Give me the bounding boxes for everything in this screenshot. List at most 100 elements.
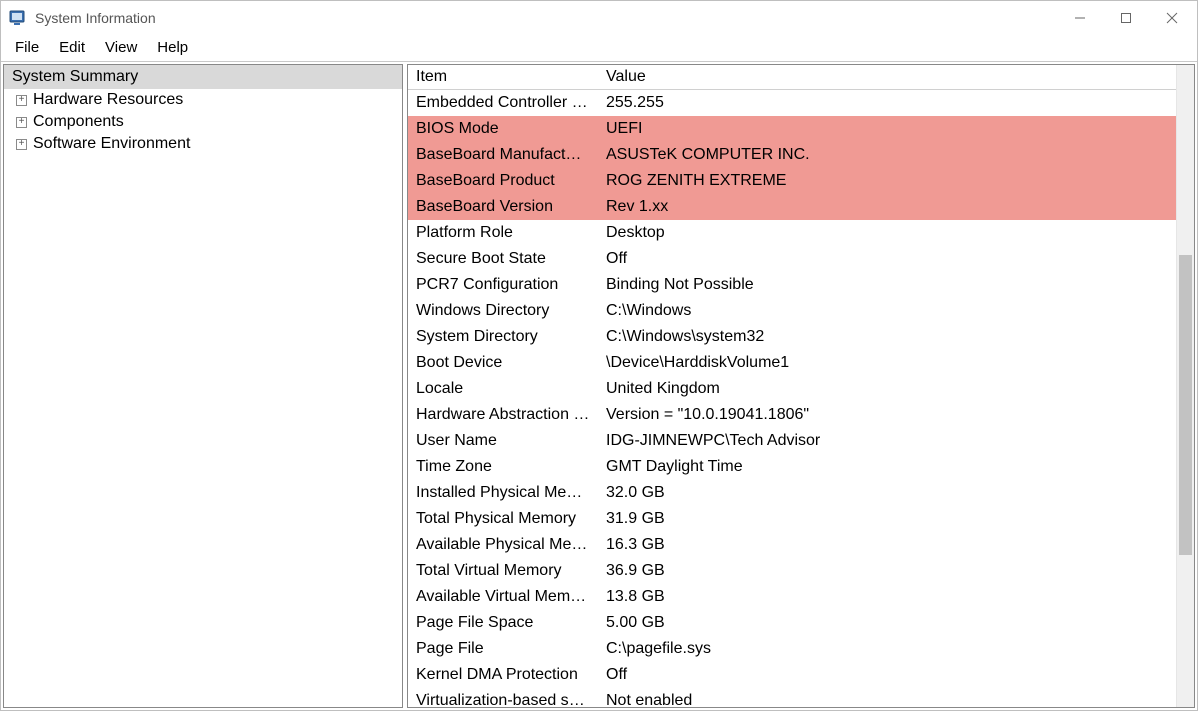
tree-root[interactable]: System Summary: [4, 65, 402, 89]
table-row[interactable]: BaseBoard ProductROG ZENITH EXTREME: [408, 168, 1176, 194]
cell-value: Version = "10.0.19041.1806": [598, 402, 1176, 428]
table-row[interactable]: Boot Device\Device\HarddiskVolume1: [408, 350, 1176, 376]
table-row[interactable]: BaseBoard ManufacturerASUSTeK COMPUTER I…: [408, 142, 1176, 168]
cell-value: Off: [598, 662, 1176, 688]
close-button[interactable]: [1149, 1, 1195, 35]
tree-item-label: Software Environment: [33, 135, 190, 153]
column-header-item[interactable]: Item: [408, 65, 598, 90]
table-row[interactable]: Total Virtual Memory36.9 GB: [408, 558, 1176, 584]
cell-item: Page File Space: [408, 610, 598, 636]
tree-item-software-environment[interactable]: + Software Environment: [4, 133, 402, 155]
cell-value: 31.9 GB: [598, 506, 1176, 532]
table-row[interactable]: BIOS ModeUEFI: [408, 116, 1176, 142]
cell-item: Page File: [408, 636, 598, 662]
cell-value: Not enabled: [598, 688, 1176, 708]
table-row[interactable]: Embedded Controller V...255.255: [408, 90, 1176, 116]
expand-icon[interactable]: +: [16, 139, 27, 150]
cell-item: Locale: [408, 376, 598, 402]
tree-item-components[interactable]: + Components: [4, 111, 402, 133]
cell-value: \Device\HarddiskVolume1: [598, 350, 1176, 376]
cell-value: 5.00 GB: [598, 610, 1176, 636]
cell-item: PCR7 Configuration: [408, 272, 598, 298]
cell-value: Desktop: [598, 220, 1176, 246]
cell-item: Secure Boot State: [408, 246, 598, 272]
table-row[interactable]: Page FileC:\pagefile.sys: [408, 636, 1176, 662]
cell-value: IDG-JIMNEWPC\Tech Advisor: [598, 428, 1176, 454]
table-row[interactable]: Platform RoleDesktop: [408, 220, 1176, 246]
table-row[interactable]: PCR7 ConfigurationBinding Not Possible: [408, 272, 1176, 298]
cell-value: 13.8 GB: [598, 584, 1176, 610]
table-row[interactable]: Page File Space5.00 GB: [408, 610, 1176, 636]
cell-value: 32.0 GB: [598, 480, 1176, 506]
cell-item: Available Physical Mem...: [408, 532, 598, 558]
details-table: Item Value Embedded Controller V...255.2…: [408, 65, 1176, 707]
menubar: File Edit View Help: [1, 35, 1197, 61]
cell-value: GMT Daylight Time: [598, 454, 1176, 480]
minimize-button[interactable]: [1057, 1, 1103, 35]
cell-value: ROG ZENITH EXTREME: [598, 168, 1176, 194]
table-row[interactable]: Kernel DMA ProtectionOff: [408, 662, 1176, 688]
window-title: System Information: [35, 10, 156, 26]
table-row[interactable]: Installed Physical Mem...32.0 GB: [408, 480, 1176, 506]
table-row[interactable]: System DirectoryC:\Windows\system32: [408, 324, 1176, 350]
cell-item: Total Virtual Memory: [408, 558, 598, 584]
cell-item: Virtualization-based se...: [408, 688, 598, 708]
cell-item: Windows Directory: [408, 298, 598, 324]
cell-item: Time Zone: [408, 454, 598, 480]
scrollbar-track[interactable]: [1177, 65, 1194, 707]
menu-edit[interactable]: Edit: [49, 37, 95, 58]
table-row[interactable]: User NameIDG-JIMNEWPC\Tech Advisor: [408, 428, 1176, 454]
system-information-window: System Information File Edit View Help S…: [0, 0, 1198, 711]
table-row[interactable]: Virtualization-based se...Not enabled: [408, 688, 1176, 708]
menu-file[interactable]: File: [5, 37, 49, 58]
app-icon: [9, 9, 27, 27]
scrollbar-thumb[interactable]: [1179, 255, 1192, 555]
vertical-scrollbar[interactable]: [1176, 65, 1194, 707]
cell-item: Hardware Abstraction L...: [408, 402, 598, 428]
cell-item: Available Virtual Memory: [408, 584, 598, 610]
cell-value: Binding Not Possible: [598, 272, 1176, 298]
cell-value: C:\Windows\system32: [598, 324, 1176, 350]
tree-item-label: Hardware Resources: [33, 91, 183, 109]
cell-item: BaseBoard Product: [408, 168, 598, 194]
table-row[interactable]: BaseBoard VersionRev 1.xx: [408, 194, 1176, 220]
tree-pane[interactable]: System Summary + Hardware Resources + Co…: [3, 64, 403, 708]
cell-value: C:\Windows: [598, 298, 1176, 324]
table-header-row[interactable]: Item Value: [408, 65, 1176, 90]
table-row[interactable]: Total Physical Memory31.9 GB: [408, 506, 1176, 532]
cell-value: ASUSTeK COMPUTER INC.: [598, 142, 1176, 168]
cell-item: Boot Device: [408, 350, 598, 376]
cell-item: BIOS Mode: [408, 116, 598, 142]
menu-help[interactable]: Help: [147, 37, 198, 58]
cell-value: Rev 1.xx: [598, 194, 1176, 220]
table-row[interactable]: Available Virtual Memory13.8 GB: [408, 584, 1176, 610]
cell-item: System Directory: [408, 324, 598, 350]
titlebar[interactable]: System Information: [1, 1, 1197, 35]
table-row[interactable]: Hardware Abstraction L...Version = "10.0…: [408, 402, 1176, 428]
table-row[interactable]: Secure Boot StateOff: [408, 246, 1176, 272]
cell-item: Total Physical Memory: [408, 506, 598, 532]
table-row[interactable]: Time ZoneGMT Daylight Time: [408, 454, 1176, 480]
cell-value: United Kingdom: [598, 376, 1176, 402]
expand-icon[interactable]: +: [16, 117, 27, 128]
cell-value: Off: [598, 246, 1176, 272]
cell-value: UEFI: [598, 116, 1176, 142]
menu-view[interactable]: View: [95, 37, 147, 58]
cell-item: Installed Physical Mem...: [408, 480, 598, 506]
cell-item: Kernel DMA Protection: [408, 662, 598, 688]
content-area: System Summary + Hardware Resources + Co…: [1, 61, 1197, 710]
window-controls: [1057, 1, 1195, 35]
list-pane: Item Value Embedded Controller V...255.2…: [407, 64, 1195, 708]
expand-icon[interactable]: +: [16, 95, 27, 106]
cell-item: BaseBoard Manufacturer: [408, 142, 598, 168]
maximize-button[interactable]: [1103, 1, 1149, 35]
cell-value: C:\pagefile.sys: [598, 636, 1176, 662]
list-body[interactable]: Item Value Embedded Controller V...255.2…: [408, 65, 1176, 707]
table-row[interactable]: Windows DirectoryC:\Windows: [408, 298, 1176, 324]
table-row[interactable]: Available Physical Mem...16.3 GB: [408, 532, 1176, 558]
table-row[interactable]: LocaleUnited Kingdom: [408, 376, 1176, 402]
cell-item: Embedded Controller V...: [408, 90, 598, 116]
column-header-value[interactable]: Value: [598, 65, 1176, 90]
cell-item: BaseBoard Version: [408, 194, 598, 220]
tree-item-hardware-resources[interactable]: + Hardware Resources: [4, 89, 402, 111]
